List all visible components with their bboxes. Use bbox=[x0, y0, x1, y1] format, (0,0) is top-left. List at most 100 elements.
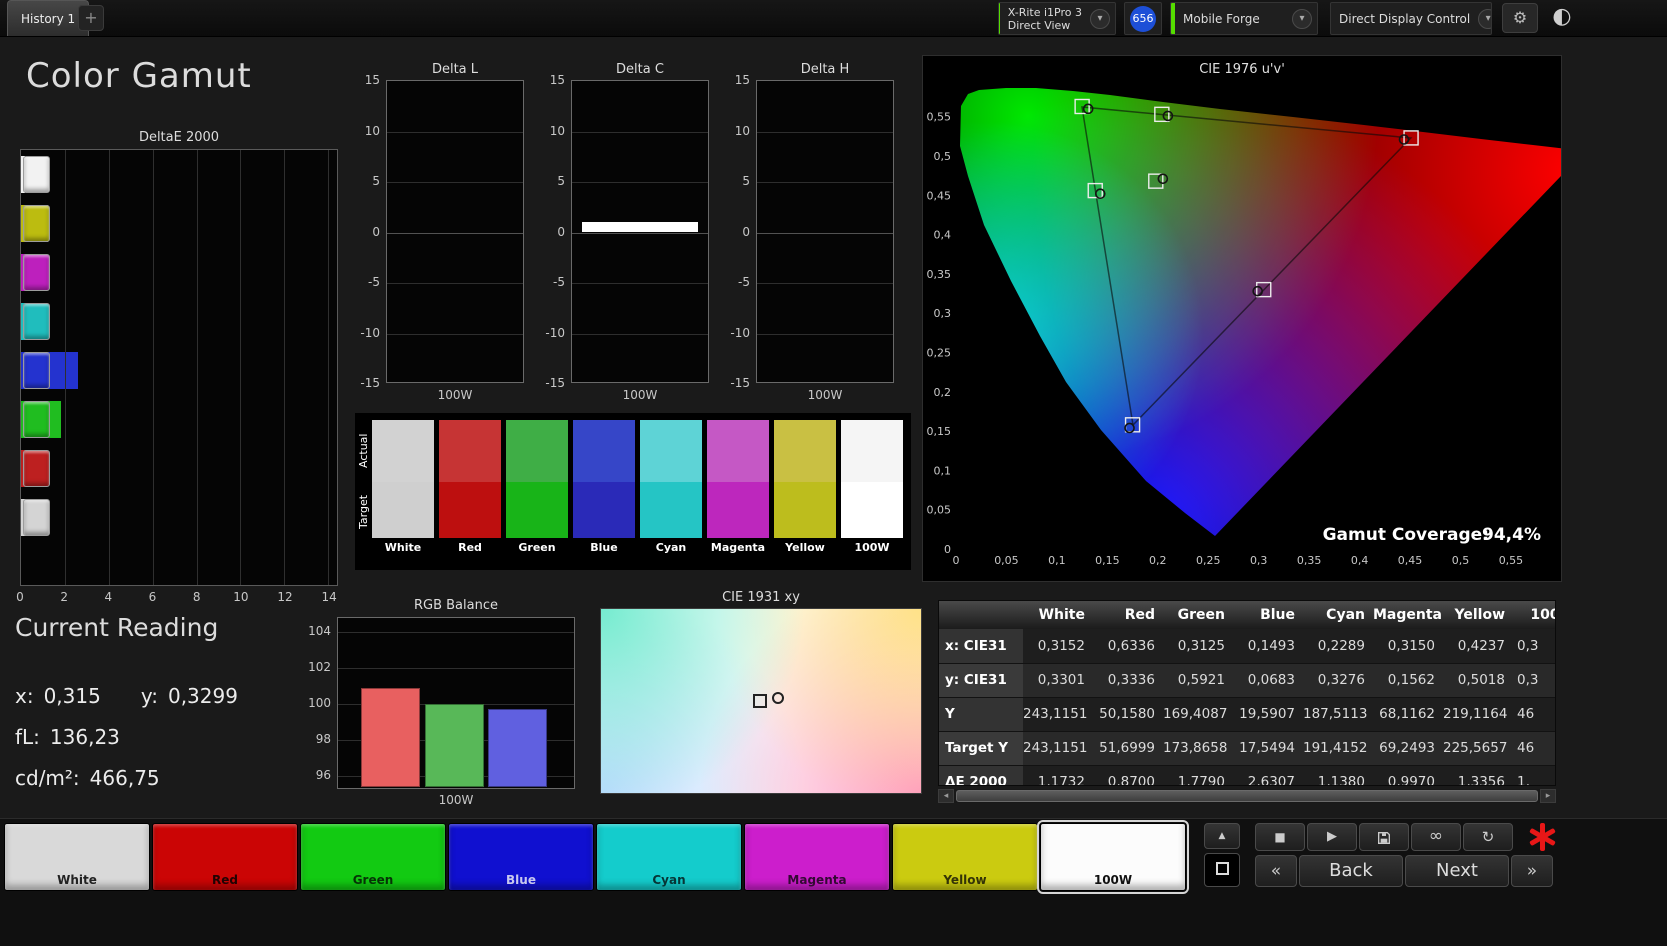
axis-tick-label: 8 bbox=[192, 590, 201, 604]
patch-button-blue[interactable]: Blue bbox=[448, 823, 594, 891]
table-cell: 2,6307 bbox=[1233, 765, 1303, 785]
row-label: Target Y bbox=[939, 731, 1023, 766]
display-control-dropdown[interactable]: Direct Display Control ▾ bbox=[1330, 2, 1492, 35]
page-title: Color Gamut bbox=[26, 56, 252, 96]
measurement-count-widget: 656 bbox=[1124, 2, 1162, 35]
add-tab-button[interactable]: + bbox=[78, 5, 104, 31]
last-page-button[interactable]: » bbox=[1511, 855, 1553, 887]
patch-button-cyan[interactable]: Cyan bbox=[596, 823, 742, 891]
scrollbar-thumb[interactable] bbox=[956, 790, 1538, 802]
patch-button-magenta[interactable]: Magenta bbox=[744, 823, 890, 891]
deltae-row-red bbox=[21, 450, 337, 487]
refresh-icon: ↻ bbox=[1481, 828, 1495, 846]
y-axis-tick: 0,55 bbox=[927, 111, 952, 124]
chevron-down-icon[interactable]: ▾ bbox=[1292, 8, 1312, 29]
axis-tick-label: 5 bbox=[557, 174, 565, 188]
patch-button-white[interactable]: White bbox=[4, 823, 150, 891]
patch-label: Cyan bbox=[655, 541, 687, 554]
collapse-button[interactable]: ▲ bbox=[1204, 823, 1240, 849]
target-patch bbox=[506, 482, 568, 538]
patch-label: White bbox=[384, 541, 422, 554]
continuous-measure-button[interactable]: ∞ bbox=[1411, 823, 1461, 851]
patch-button-label: White bbox=[57, 873, 97, 887]
axis-tick-label: -15 bbox=[730, 376, 750, 390]
display-control-label: Direct Display Control bbox=[1339, 11, 1471, 26]
patch-label: Green bbox=[518, 541, 556, 554]
delta-l-x-label: 100W bbox=[437, 388, 473, 402]
patch-button-yellow[interactable]: Yellow bbox=[892, 823, 1038, 891]
meter-dropdown[interactable]: X-Rite i1Pro 3 Direct View ▾ bbox=[998, 2, 1116, 35]
table-cell: 219,1164 bbox=[1443, 697, 1513, 732]
chevron-down-icon[interactable]: ▾ bbox=[1090, 8, 1110, 29]
patch-button-label: Magenta bbox=[787, 873, 847, 887]
next-button[interactable]: Next bbox=[1405, 855, 1509, 887]
gridline bbox=[387, 232, 523, 234]
target-patch bbox=[640, 482, 702, 538]
axis-tick-label: 102 bbox=[308, 660, 331, 675]
row-label: x: CIE31 bbox=[939, 629, 1023, 664]
scroll-left-button[interactable]: ◂ bbox=[938, 789, 954, 803]
alert-asterisk-icon bbox=[1526, 822, 1558, 852]
axis-tick-label: 14 bbox=[321, 590, 337, 604]
y-axis-tick: 0,45 bbox=[927, 189, 952, 202]
rgb-balance-plot bbox=[337, 617, 575, 789]
chevron-down-icon[interactable]: ▾ bbox=[1478, 8, 1491, 29]
scroll-right-button[interactable]: ▸ bbox=[1540, 789, 1556, 803]
color-swatch-gray bbox=[23, 499, 50, 536]
tab-history-1[interactable]: History 1 bbox=[7, 0, 90, 36]
axis-tick-label: 15 bbox=[734, 73, 750, 87]
table-cell: 46 bbox=[1513, 731, 1555, 766]
deltae-row-magenta bbox=[21, 254, 337, 291]
x-axis-tick: 0,4 bbox=[1351, 554, 1369, 567]
axis-tick-label: 104 bbox=[308, 624, 331, 639]
table-cell: 243,1151 bbox=[1023, 731, 1093, 766]
square-icon bbox=[1215, 862, 1229, 875]
patch-button-green[interactable]: Green bbox=[300, 823, 446, 891]
gamut-coverage-label: Gamut Coverage: bbox=[1323, 525, 1489, 545]
first-page-button[interactable]: « bbox=[1255, 855, 1297, 887]
settings-button[interactable]: ⚙ bbox=[1502, 3, 1538, 33]
actual-patch bbox=[506, 420, 568, 482]
delta-h-y-axis: 15 10 5 0 -5 -10 -15 bbox=[722, 73, 756, 390]
back-button[interactable]: Back bbox=[1299, 855, 1403, 887]
save-button[interactable] bbox=[1359, 823, 1409, 851]
table-horizontal-scrollbar[interactable]: ◂ ▸ bbox=[938, 789, 1556, 803]
stop-button[interactable]: ■ bbox=[1255, 823, 1305, 851]
axis-tick-label: -10 bbox=[545, 325, 565, 340]
axis-tick-label: -5 bbox=[368, 275, 380, 289]
axis-tick-label: 10 bbox=[364, 123, 380, 138]
axis-tick-label: 12 bbox=[277, 590, 293, 604]
play-button[interactable]: ▶ bbox=[1307, 823, 1357, 851]
column-header: 100W bbox=[1513, 601, 1555, 629]
reading-cdm2: cd/m²: 466,75 bbox=[15, 766, 160, 790]
patch-button-red[interactable]: Red bbox=[152, 823, 298, 891]
table-cell: 169,4087 bbox=[1163, 697, 1233, 732]
tab-label: History 1 bbox=[21, 11, 76, 26]
y-axis-tick: 0,1 bbox=[934, 464, 952, 477]
table-cell: 0,3125 bbox=[1163, 629, 1233, 664]
refresh-button[interactable]: ↻ bbox=[1463, 823, 1513, 851]
actual-patch bbox=[707, 420, 769, 482]
source-dropdown[interactable]: Mobile Forge ▾ bbox=[1170, 2, 1318, 35]
reading-x: x: 0,315 bbox=[15, 684, 101, 708]
axis-tick-label: 5 bbox=[742, 174, 750, 188]
delta-h-plot bbox=[756, 80, 894, 383]
table-cell: 0,1493 bbox=[1233, 629, 1303, 664]
patch-label: Blue bbox=[590, 541, 618, 554]
table-cell: 0,6336 bbox=[1093, 629, 1163, 664]
contrast-button[interactable]: ◐ bbox=[1544, 3, 1580, 33]
target-row-label: Target bbox=[357, 494, 370, 530]
table-cell: 0,1562 bbox=[1373, 663, 1443, 698]
gridline bbox=[757, 333, 893, 335]
x-axis-tick: 0,25 bbox=[1196, 554, 1221, 567]
x-axis-tick: 0,2 bbox=[1149, 554, 1167, 567]
patch-label: 100W bbox=[854, 541, 890, 554]
patch-button-100w[interactable]: 100W bbox=[1037, 820, 1189, 894]
table-cell: 0,5018 bbox=[1443, 663, 1513, 698]
count-badge: 656 bbox=[1130, 5, 1156, 32]
gamut-coverage-value: 94,4% bbox=[1482, 525, 1541, 545]
table-cell: 1,3356 bbox=[1443, 765, 1513, 785]
top-bar: History 1 + X-Rite i1Pro 3 Direct View ▾… bbox=[0, 0, 1667, 37]
delta-h-title: Delta H bbox=[800, 62, 850, 77]
pattern-window-button[interactable] bbox=[1204, 853, 1240, 887]
